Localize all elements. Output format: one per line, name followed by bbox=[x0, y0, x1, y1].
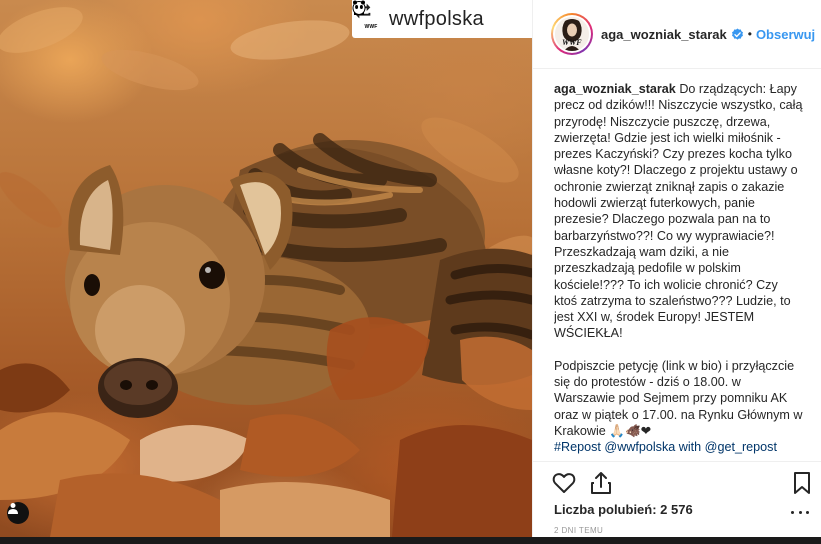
share-icon[interactable] bbox=[588, 470, 614, 496]
post-caption: aga_wozniak_starak Do rządzących: Łapy p… bbox=[554, 81, 804, 461]
verified-badge-icon bbox=[731, 27, 743, 40]
bookmark-icon[interactable] bbox=[789, 470, 815, 496]
user-tag-icon bbox=[8, 503, 18, 514]
post-photo[interactable]: WWF wwfpolska bbox=[0, 0, 532, 537]
bottom-edge bbox=[0, 537, 821, 544]
post-sidebar: WWF aga_wozniak_starak • Obserwuj aga_wo… bbox=[532, 0, 821, 537]
user-tag-button[interactable] bbox=[7, 502, 29, 524]
caption-text-1: Do rządzących: Łapy precz od dzików!!! N… bbox=[554, 82, 803, 341]
avatar-wwf-badge: WWF bbox=[562, 38, 582, 47]
repost-handle: wwfpolska bbox=[389, 7, 484, 30]
likes-count[interactable]: Liczba polubień: 2 576 bbox=[554, 502, 693, 517]
post-actions: Liczba polubień: 2 576 2 DNI TEMU bbox=[533, 461, 821, 537]
caption-text-2: Podpiszcie petycję (link w bio) i przyłą… bbox=[554, 358, 803, 438]
wwf-logo-text: WWF bbox=[364, 24, 378, 30]
header-username[interactable]: aga_wozniak_starak bbox=[601, 27, 727, 42]
avatar[interactable]: WWF bbox=[551, 13, 593, 55]
post-header: WWF aga_wozniak_starak • Obserwuj bbox=[533, 0, 821, 69]
header-separator: • bbox=[747, 27, 752, 41]
caption-username[interactable]: aga_wozniak_starak bbox=[554, 82, 676, 96]
post-timestamp[interactable]: 2 DNI TEMU bbox=[554, 526, 603, 535]
caption-hashtags[interactable]: #Repost @wwfpolska with @get_repost bbox=[554, 439, 804, 455]
heart-icon[interactable] bbox=[551, 470, 577, 496]
photo-scene bbox=[0, 7, 532, 537]
repost-attribution[interactable]: WWF wwfpolska bbox=[352, 0, 532, 38]
follow-button[interactable]: Obserwuj bbox=[756, 27, 815, 42]
more-icon[interactable] bbox=[791, 508, 809, 516]
